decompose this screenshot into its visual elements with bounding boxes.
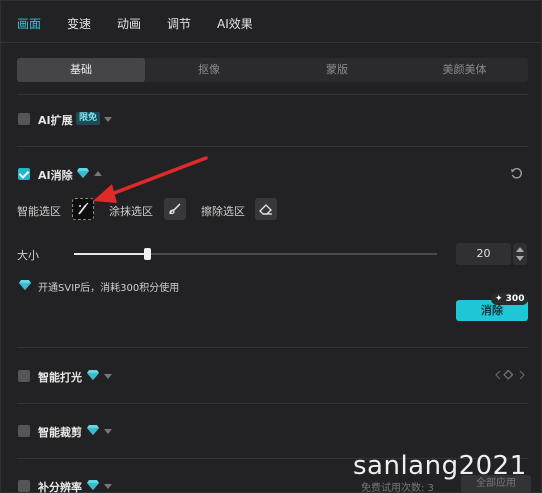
diamond-icon	[87, 370, 99, 380]
free-badge: 限免	[76, 112, 101, 125]
size-label: 大小	[17, 249, 39, 262]
keyframe-icon[interactable]	[495, 369, 525, 381]
subtab-basic[interactable]: 基础	[17, 58, 145, 82]
smart-light-title: 智能打光	[38, 371, 82, 384]
sub-tabs: 基础 抠像 蒙版 美颜美体	[17, 58, 528, 82]
diamond-icon	[19, 280, 31, 290]
brush-icon	[169, 203, 181, 215]
free-trial-count: 免费试用次数: 3	[361, 483, 434, 493]
chevron-up-icon[interactable]	[94, 171, 102, 176]
ai-expand-title: AI扩展	[38, 114, 73, 127]
brush-select-label: 涂抹选区	[109, 205, 153, 218]
chevron-down-icon[interactable]	[104, 484, 112, 489]
diamond-icon	[87, 425, 99, 435]
watermark: sanlang2021	[353, 451, 527, 481]
increment-icon[interactable]	[516, 247, 524, 252]
diamond-icon	[87, 480, 99, 490]
svip-info-text: 开通SVIP后，消耗300积分使用	[38, 283, 180, 294]
divider	[17, 94, 528, 95]
resolution-title: 补分辨率	[38, 481, 82, 493]
magic-brush-icon	[78, 202, 89, 215]
erase-select-button[interactable]	[255, 198, 277, 220]
resolution-checkbox[interactable]	[18, 480, 30, 492]
divider	[17, 347, 528, 348]
divider	[17, 146, 528, 147]
size-slider-handle[interactable]	[143, 248, 151, 260]
ai-expand-checkbox[interactable]	[18, 113, 30, 125]
subtab-beauty[interactable]: 美颜美体	[401, 58, 528, 82]
smart-crop-checkbox[interactable]	[18, 425, 30, 437]
diamond-icon	[77, 168, 89, 178]
chevron-down-icon[interactable]	[104, 374, 112, 379]
smart-select-button[interactable]	[72, 198, 94, 220]
erase-select-label: 擦除选区	[201, 205, 245, 218]
ai-erase-checkbox[interactable]	[18, 168, 30, 180]
decrement-icon[interactable]	[516, 256, 524, 261]
size-slider-fill	[74, 253, 147, 255]
chevron-down-icon[interactable]	[104, 429, 112, 434]
tab-speed[interactable]: 变速	[67, 15, 91, 32]
eraser-icon	[259, 204, 272, 215]
cost-badge: ✦ 300	[491, 293, 529, 305]
size-input[interactable]: 20	[456, 243, 511, 265]
ai-erase-title: AI消除	[38, 169, 73, 182]
reset-icon[interactable]	[510, 167, 523, 180]
tab-adjust[interactable]: 调节	[167, 15, 191, 32]
subtab-mask[interactable]: 蒙版	[273, 58, 401, 82]
subtab-cutout[interactable]: 抠像	[145, 58, 273, 82]
tab-ai-effects[interactable]: AI效果	[217, 15, 253, 32]
smart-crop-title: 智能裁剪	[38, 426, 82, 439]
tab-animation[interactable]: 动画	[117, 15, 141, 32]
properties-panel: 画面 变速 动画 调节 AI效果 基础 抠像 蒙版 美颜美体 AI扩展 限免 A…	[0, 0, 542, 493]
divider	[17, 403, 528, 404]
size-slider[interactable]	[74, 253, 437, 255]
size-stepper[interactable]	[513, 243, 527, 265]
chevron-down-icon[interactable]	[104, 117, 112, 122]
tab-picture[interactable]: 画面	[17, 15, 41, 32]
brush-select-button[interactable]	[164, 198, 186, 220]
smart-light-checkbox[interactable]	[18, 370, 30, 382]
main-tabs: 画面 变速 动画 调节 AI效果	[1, 1, 541, 43]
smart-select-label: 智能选区	[17, 205, 61, 218]
